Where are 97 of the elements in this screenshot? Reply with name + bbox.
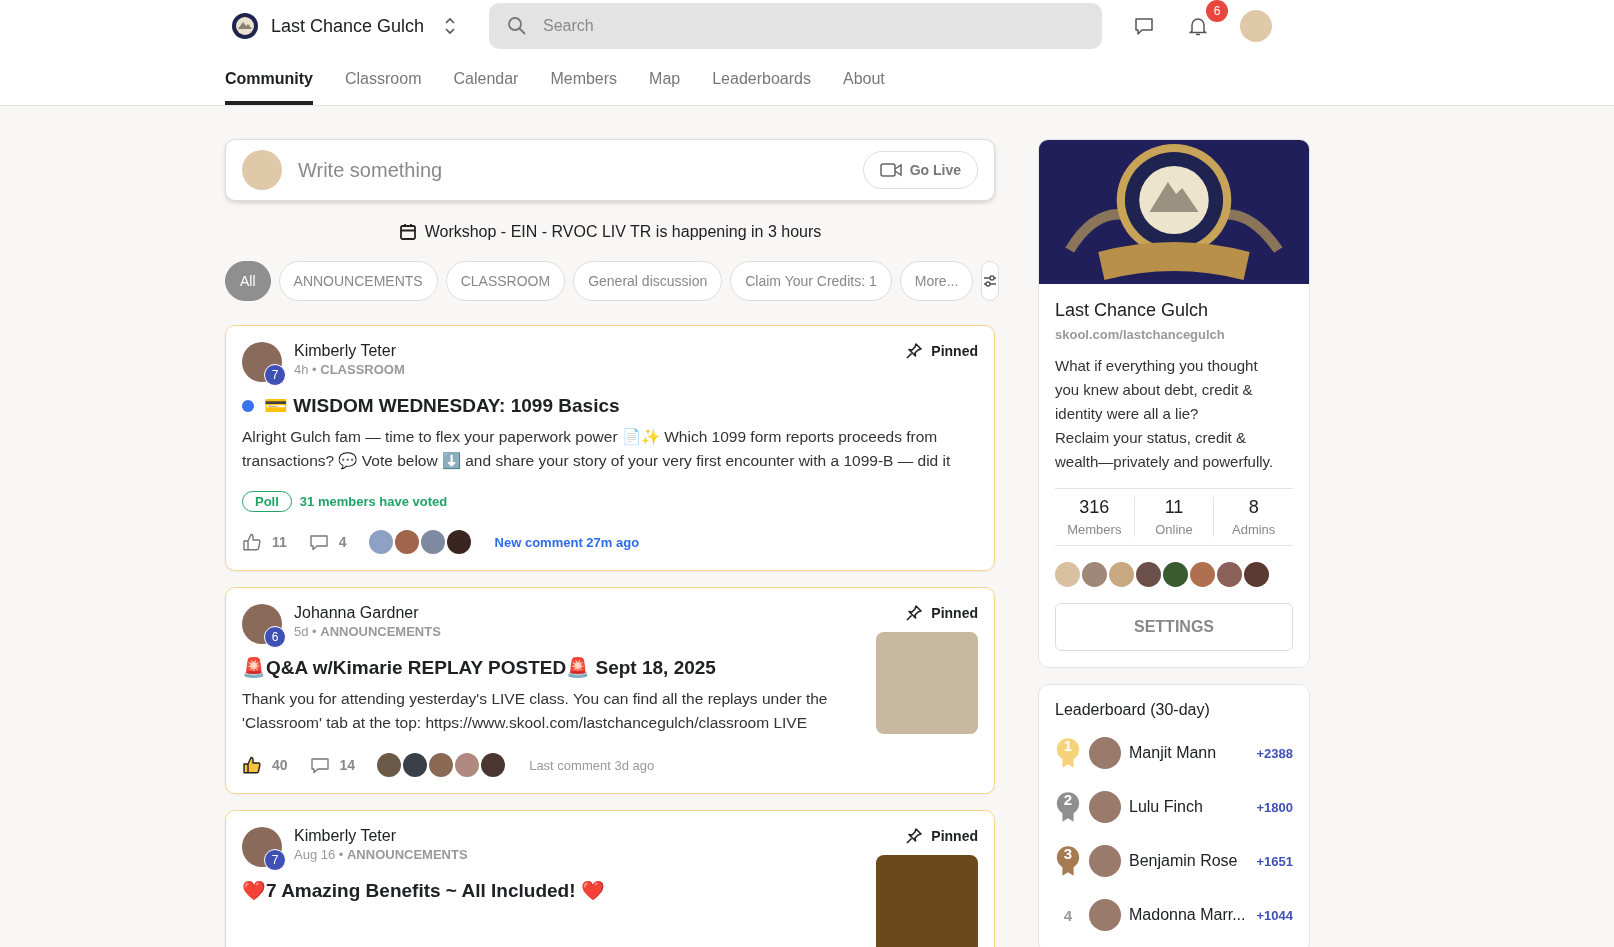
author-name[interactable]: Kimberly Teter — [294, 827, 898, 845]
category-filter-chip[interactable]: More... — [899, 261, 974, 301]
category-filter-chip[interactable]: General discussion — [573, 261, 723, 301]
community-name[interactable]: Last Chance Gulch — [271, 15, 425, 37]
like-count: 40 — [272, 757, 288, 773]
comment-activity[interactable]: Last comment 3d ago — [529, 757, 655, 773]
category-filter-chip[interactable]: ANNOUNCEMENTS — [278, 261, 438, 301]
notification-count-badge: 6 — [1206, 0, 1228, 22]
pinned-label: Pinned — [931, 343, 978, 359]
pin-icon — [905, 604, 924, 622]
author-name[interactable]: Johanna Gardner — [294, 604, 898, 622]
rank-number: 2 — [1062, 791, 1074, 808]
rank-number: 3 — [1062, 845, 1074, 862]
search-icon — [507, 16, 527, 36]
leader-avatar[interactable] — [1089, 737, 1121, 769]
poll-votes: 31 members have voted — [299, 494, 448, 509]
nav-tab[interactable]: Members — [550, 52, 618, 105]
post-title[interactable]: ❤7 Amazing Benefits ~ All Included! ❤ — [242, 879, 605, 902]
commenter-avatar[interactable] — [377, 753, 402, 777]
pin-icon — [905, 342, 924, 360]
member-avatar[interactable] — [1163, 562, 1188, 587]
event-banner-text: Workshop - EIN - RVOC LIV TR is happening in 3 hours — [424, 223, 822, 241]
pinned-label: Pinned — [931, 828, 978, 844]
nav-tab[interactable]: Leaderboards — [712, 52, 811, 105]
comment-activity[interactable]: New comment 27m ago — [494, 534, 640, 550]
comment-icon[interactable] — [309, 755, 330, 775]
post-card[interactable] — [225, 325, 995, 571]
rank-number: 1 — [1062, 737, 1074, 754]
leader-name[interactable]: Madonna Marr... — [1129, 906, 1249, 924]
category-filter-chip[interactable]: All — [225, 261, 271, 301]
rank-number: 4 — [1062, 906, 1074, 924]
leader-avatar[interactable] — [1089, 791, 1121, 823]
stat-value: 316 — [1079, 497, 1110, 518]
user-avatar — [242, 150, 282, 190]
settings-button[interactable]: SETTINGS — [1055, 603, 1293, 651]
member-avatar[interactable] — [1217, 562, 1242, 587]
sliders-icon — [982, 273, 999, 289]
post-body: Thank you for attending yesterday's LIVE class. You can find all the replays under the 'Classroom' tab at the top: https://www.skool.com/lastchancegulch/classroom LIVE — [242, 689, 829, 733]
author-name[interactable]: Kimberly Teter — [294, 342, 898, 360]
go-live-button[interactable]: Go Live — [862, 151, 978, 189]
post-meta: Aug 16 • ANNOUNCEMENTS — [294, 847, 469, 862]
leader-points: +2388 — [1256, 745, 1293, 761]
commenter-avatar[interactable] — [481, 753, 506, 777]
community-logo-icon — [231, 12, 259, 40]
leader-name[interactable]: Lulu Finch — [1129, 798, 1249, 816]
comment-icon[interactable] — [308, 532, 329, 552]
switch-chevron-icon[interactable] — [444, 16, 457, 36]
community-url[interactable]: skool.com/lastchancegulch — [1055, 327, 1293, 342]
leader-name[interactable]: Benjamin Rose — [1129, 852, 1249, 870]
leaderboard-title: Leaderboard (30-day) — [1055, 701, 1211, 719]
filter-settings-button[interactable] — [981, 261, 1000, 301]
level-badge: 7 — [264, 849, 286, 871]
leader-points: +1044 — [1256, 907, 1293, 923]
post-meta: 5d • ANNOUNCEMENTS — [294, 624, 442, 639]
pin-icon — [905, 827, 924, 845]
post-title[interactable]: 💳 WISDOM WEDNESDAY: 1099 Basics — [264, 394, 620, 417]
nav-tab[interactable]: About — [842, 52, 885, 105]
category-filter-chip[interactable]: Claim Your Credits: 1 — [730, 261, 892, 301]
leader-points: +1800 — [1256, 799, 1293, 815]
commenter-avatar[interactable] — [403, 753, 428, 777]
category-filter-chip[interactable]: CLASSROOM — [445, 261, 566, 301]
member-avatar[interactable] — [1136, 562, 1161, 587]
calendar-icon — [398, 223, 417, 241]
write-post-field[interactable]: Write something — [298, 158, 847, 182]
like-count: 11 — [272, 534, 287, 550]
video-camera-icon — [879, 162, 902, 178]
leader-avatar[interactable] — [1089, 845, 1121, 877]
community-description: What if everything you thought you knew about debt, credit & identity were all a lie? — [1055, 356, 1259, 424]
stat-label: Admins — [1232, 522, 1276, 537]
post-body: Alright Gulch fam — time to flex your paperwork power 📄✨ Which 1099 form reports proceeds from transactions? 💬 Vote below ⬇ and share your story of your very first encounter with a 1099-B — did it — [242, 427, 952, 472]
nav-tab[interactable]: Calendar — [453, 52, 519, 105]
member-avatar[interactable] — [1244, 562, 1269, 587]
comment-count: 14 — [339, 757, 356, 773]
community-title: Last Chance Gulch — [1055, 300, 1210, 321]
stat-label: Members — [1067, 522, 1122, 537]
thumbs-up-icon[interactable] — [242, 532, 262, 552]
nav-tab[interactable]: Classroom — [345, 52, 422, 105]
level-badge: 6 — [264, 626, 286, 648]
leader-points: +1651 — [1256, 853, 1293, 869]
community-description: Reclaim your status, credit & wealth—privately and powerfully. — [1055, 428, 1275, 472]
stat-label: Online — [1155, 522, 1193, 537]
stat-value: 11 — [1164, 497, 1184, 518]
post-card[interactable] — [225, 587, 995, 794]
level-badge: 7 — [264, 364, 286, 386]
nav-tab[interactable]: Map — [649, 52, 681, 105]
stat-value: 8 — [1248, 497, 1259, 518]
commenter-avatar[interactable] — [446, 530, 471, 554]
pinned-label: Pinned — [931, 605, 978, 621]
leader-name[interactable]: Manjit Mann — [1129, 744, 1249, 762]
post-meta: 4h • CLASSROOM — [294, 362, 406, 377]
comment-count: 4 — [338, 534, 347, 550]
post-title[interactable]: 🚨Q&A w/Kimarie REPLAY POSTED🚨 Sept 18, 2025 — [242, 656, 716, 679]
post-card[interactable]: 7 Kimberly Teter Aug 16 • ANNOUNCEMENTS Pinned ❤7 Amazing Benefits ~ All Included! ❤ — [225, 810, 995, 947]
nav-tab[interactable]: Community — [225, 52, 313, 105]
search-field[interactable]: Search — [489, 3, 1102, 49]
thumbs-up-icon[interactable] — [242, 755, 262, 775]
leader-avatar[interactable] — [1089, 899, 1121, 931]
